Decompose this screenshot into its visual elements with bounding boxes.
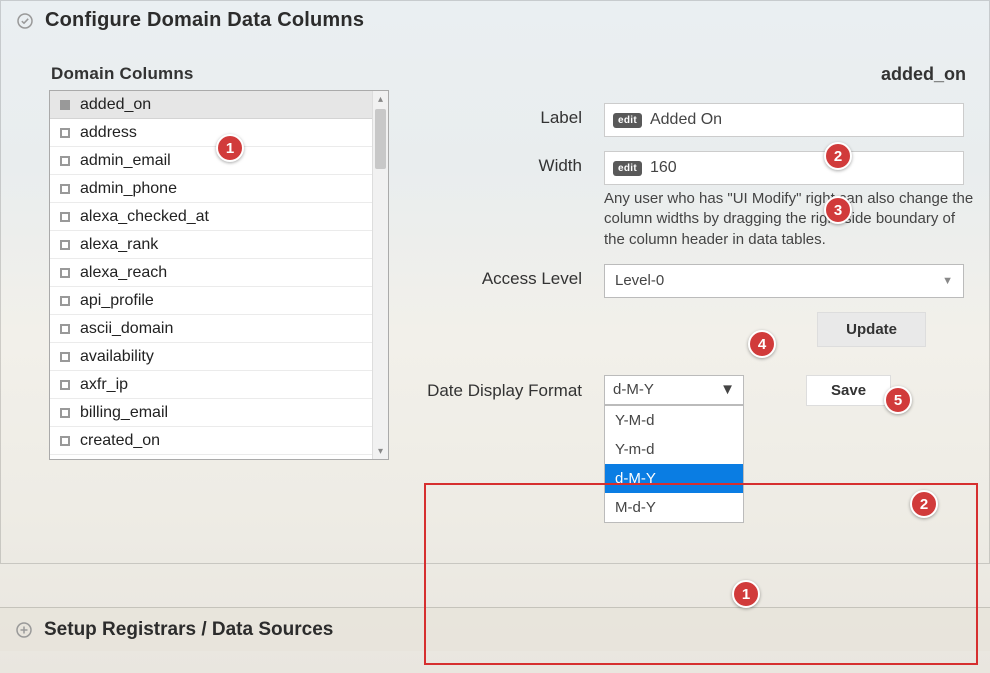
check-circle-icon: [17, 13, 33, 29]
domain-columns-heading: Domain Columns: [51, 64, 389, 84]
access-level-select[interactable]: Level-0 ▼: [604, 264, 964, 298]
checkbox-icon: [60, 296, 70, 306]
chevron-down-icon: ▼: [720, 381, 735, 398]
access-level-value: Level-0: [615, 272, 664, 289]
listbox-scrollbar[interactable]: ▴ ▾: [372, 91, 388, 459]
checkbox-icon: [60, 240, 70, 250]
scroll-down-icon[interactable]: ▾: [373, 443, 388, 459]
dropdown-option[interactable]: Y-M-d: [605, 406, 743, 435]
annotation-badge-1: 1: [216, 134, 244, 162]
list-item-label: ascii_domain: [80, 320, 173, 338]
list-item-label: api_profile: [80, 292, 154, 310]
list-item[interactable]: axfr_ip: [50, 371, 372, 399]
list-item[interactable]: alexa_reach: [50, 259, 372, 287]
list-item-label: admin_phone: [80, 180, 177, 198]
width-row: Width edit 160 Any user who has "UI Modi…: [417, 151, 974, 250]
annotation-badge-4: 4: [748, 330, 776, 358]
list-item-label: added_on: [80, 96, 151, 114]
list-item-label: address: [80, 124, 137, 142]
date-format-select[interactable]: d-M-Y ▼: [604, 375, 744, 405]
width-input[interactable]: edit 160: [604, 151, 964, 185]
list-item[interactable]: billing_email: [50, 399, 372, 427]
dropdown-option[interactable]: d-M-Y: [605, 464, 743, 493]
access-level-row: Access Level Level-0 ▼: [417, 264, 974, 298]
list-item-label: created_on: [80, 432, 160, 450]
width-field-label: Width: [417, 151, 582, 176]
checkbox-icon: [60, 436, 70, 446]
update-button[interactable]: Update: [817, 312, 926, 347]
list-item[interactable]: address: [50, 119, 372, 147]
list-item[interactable]: created_on: [50, 427, 372, 455]
label-value: Added On: [650, 111, 722, 129]
save-button[interactable]: Save: [806, 375, 891, 406]
edit-badge-icon: edit: [613, 161, 642, 176]
checkbox-icon: [60, 100, 70, 110]
accordion-header-registrars[interactable]: Setup Registrars / Data Sources: [0, 607, 990, 651]
width-help-text: Any user who has "UI Modify" right can a…: [604, 189, 974, 250]
list-item-label: alexa_rank: [80, 236, 158, 254]
list-item-label: billing_email: [80, 404, 168, 422]
width-value: 160: [650, 159, 677, 177]
label-row: Label edit Added On: [417, 103, 974, 137]
list-item-label: alexa_checked_at: [80, 208, 209, 226]
selected-column-name: added_on: [417, 64, 966, 85]
list-item-label: axfr_ip: [80, 376, 128, 394]
domain-columns-section: Domain Columns added_onaddress admin_emai…: [49, 64, 389, 523]
checkbox-icon: [60, 156, 70, 166]
list-item-label: admin_email: [80, 152, 171, 170]
dropdown-option[interactable]: M-d-Y: [605, 493, 743, 522]
date-format-label: Date Display Format: [417, 375, 582, 402]
list-item[interactable]: added_on: [50, 91, 372, 119]
list-item[interactable]: admin_phone: [50, 175, 372, 203]
checkbox-icon: [60, 184, 70, 194]
accordion-title-registrars: Setup Registrars / Data Sources: [44, 619, 333, 641]
annotation-badge-2: 2: [824, 142, 852, 170]
annotation-badge-date-1: 1: [732, 580, 760, 608]
list-item[interactable]: api_profile: [50, 287, 372, 315]
label-input[interactable]: edit Added On: [604, 103, 964, 137]
chevron-down-icon: ▼: [942, 275, 953, 287]
list-item-label: availability: [80, 348, 154, 366]
scroll-thumb[interactable]: [375, 109, 386, 169]
accordion-title-configure: Configure Domain Data Columns: [45, 9, 364, 32]
annotation-badge-date-2: 2: [910, 490, 938, 518]
checkbox-icon: [60, 268, 70, 278]
list-item[interactable]: alexa_checked_at: [50, 203, 372, 231]
list-item[interactable]: alexa_rank: [50, 231, 372, 259]
checkbox-icon: [60, 408, 70, 418]
edit-badge-icon: edit: [613, 113, 642, 128]
annotation-badge-3: 3: [824, 196, 852, 224]
column-details-section: added_on Label edit Added On Width edit …: [417, 64, 974, 523]
configure-content: Domain Columns added_onaddress admin_emai…: [1, 40, 989, 563]
date-format-value: d-M-Y: [613, 381, 654, 398]
list-item[interactable]: availability: [50, 343, 372, 371]
annotation-badge-5: 5: [884, 386, 912, 414]
label-field-label: Label: [417, 103, 582, 128]
scroll-up-icon[interactable]: ▴: [373, 91, 388, 107]
checkbox-icon: [60, 212, 70, 222]
date-format-dropdown: Y-M-dY-m-dd-M-YM-d-Y: [604, 405, 744, 523]
access-level-label: Access Level: [417, 264, 582, 289]
list-item[interactable]: ascii_domain: [50, 315, 372, 343]
checkbox-icon: [60, 128, 70, 138]
dropdown-option[interactable]: Y-m-d: [605, 435, 743, 464]
checkbox-icon: [60, 380, 70, 390]
plus-circle-icon: [16, 622, 32, 638]
checkbox-icon: [60, 324, 70, 334]
list-item-label: alexa_reach: [80, 264, 167, 282]
accordion-header-configure[interactable]: Configure Domain Data Columns: [1, 1, 989, 40]
list-item[interactable]: admin_email: [50, 147, 372, 175]
checkbox-icon: [60, 352, 70, 362]
